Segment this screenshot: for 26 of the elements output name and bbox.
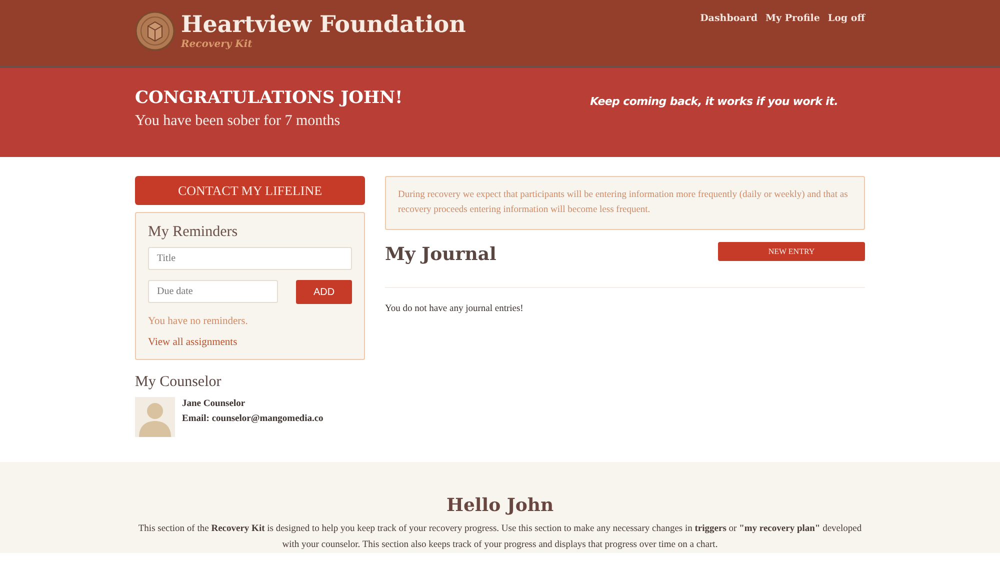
congratulations-heading: CONGRATULATIONS JOHN! xyxy=(135,88,403,108)
sobriety-text: You have been sober for 7 months xyxy=(135,113,342,130)
nav-link[interactable]: My Profile xyxy=(766,13,820,24)
nav-link[interactable]: Log off xyxy=(828,13,865,24)
greeting-heading: Hello John xyxy=(445,495,555,516)
due-date-field[interactable]: Due date xyxy=(148,280,278,303)
add-button[interactable]: ADD xyxy=(296,280,352,304)
avatar-icon xyxy=(135,397,175,437)
no-entries-text: You do not have any journal entries! xyxy=(385,304,524,314)
intro-paragraph: This section of the Recovery Kit is designed to help you keep track of your recovery progress. Use this section to make any necessary changes in triggers or "my recovery plan" developed with your counselor. This section also keeps track of your progress and displays that progress over time on a chart. xyxy=(137,523,863,552)
brand-title: Heartview Foundation xyxy=(181,11,466,39)
view-assignments-link[interactable]: View all assignments xyxy=(148,337,352,348)
title-field[interactable]: Title xyxy=(148,247,352,270)
reminders-title: My Reminders xyxy=(148,224,239,241)
new-entry-button[interactable]: NEW ENTRY xyxy=(718,242,865,261)
counselor-email: Email: counselor@mangomedia.co xyxy=(182,413,324,426)
coin-logo-icon xyxy=(135,11,175,51)
journal-title: My Journal xyxy=(385,244,496,265)
contact-lifeline-button[interactable]: CONTACT MY LIFELINE xyxy=(135,176,365,205)
no-reminders-text: You have no reminders. xyxy=(148,316,249,327)
info-notice: During recovery we expect that participants will be entering information more frequently (daily or weekly) and that as recovery proceeds entering information will become less frequent. xyxy=(385,176,865,230)
motto-text: Keep coming back, it works if you work it. xyxy=(590,95,838,108)
counselor-heading: My Counselor xyxy=(135,374,222,391)
brand-tagline: Recovery Kit xyxy=(181,39,254,51)
counselor-name: Jane Counselor xyxy=(182,398,246,411)
nav-link[interactable]: Dashboard xyxy=(700,13,758,24)
